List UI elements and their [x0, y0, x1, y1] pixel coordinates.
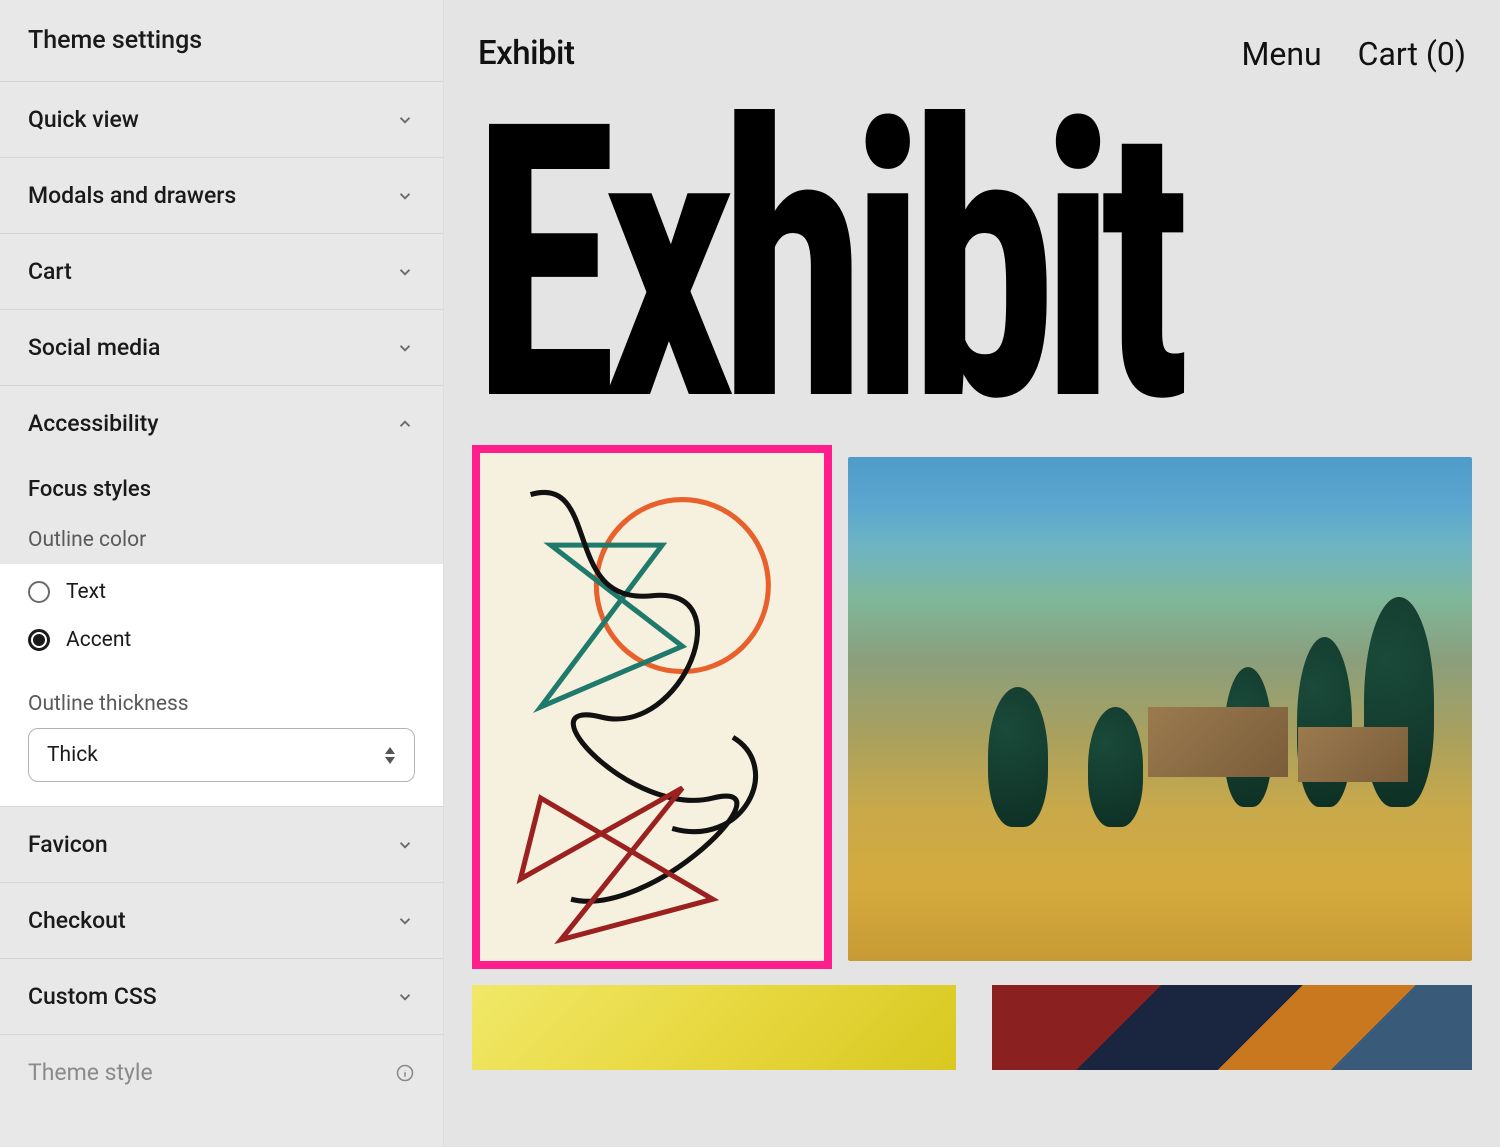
- info-icon: [395, 1063, 415, 1083]
- outline-color-label: Outline color: [0, 510, 443, 564]
- section-label: Favicon: [28, 831, 108, 858]
- section-label: Modals and drawers: [28, 182, 236, 209]
- product-card-focused[interactable]: [472, 445, 832, 969]
- product-thumb[interactable]: [992, 985, 1472, 1070]
- section-quick-view[interactable]: Quick view: [0, 82, 443, 158]
- product-thumb[interactable]: [472, 985, 956, 1070]
- section-favicon[interactable]: Favicon: [0, 807, 443, 883]
- hero-title: Exhibit: [472, 97, 1252, 431]
- select-stepper-icon: [384, 747, 396, 764]
- chevron-down-icon: [395, 987, 415, 1007]
- sidebar-title: Theme settings: [0, 0, 443, 82]
- section-social-media[interactable]: Social media: [0, 310, 443, 386]
- chevron-down-icon: [395, 110, 415, 130]
- chevron-down-icon: [395, 338, 415, 358]
- outline-color-group: Text Accent Outline thickness Thick: [0, 564, 443, 806]
- select-value: Thick: [47, 743, 98, 767]
- radio-outline-accent[interactable]: Accent: [0, 616, 443, 664]
- radio-label: Text: [66, 580, 106, 604]
- nav-menu[interactable]: Menu: [1241, 35, 1321, 73]
- chevron-down-icon: [395, 911, 415, 931]
- gallery-row-2: [472, 985, 1472, 1070]
- settings-sidebar: Theme settings Quick view Modals and dra…: [0, 0, 444, 1147]
- nav-cart[interactable]: Cart (0): [1358, 35, 1466, 73]
- chevron-down-icon: [395, 262, 415, 282]
- abstract-art-icon: [480, 453, 824, 961]
- section-label: Cart: [28, 258, 72, 285]
- section-checkout[interactable]: Checkout: [0, 883, 443, 959]
- outline-thickness-select[interactable]: Thick: [28, 728, 415, 782]
- chevron-down-icon: [395, 835, 415, 855]
- section-label: Quick view: [28, 106, 139, 133]
- outline-thickness-label: Outline thickness: [0, 664, 443, 728]
- section-cart[interactable]: Cart: [0, 234, 443, 310]
- section-theme-style[interactable]: Theme style: [0, 1035, 443, 1110]
- section-label: Social media: [28, 334, 160, 361]
- focus-styles-heading: Focus styles: [0, 461, 443, 510]
- product-gallery: [472, 445, 1472, 969]
- theme-preview: Exhibit Menu Cart (0) Exhibit: [444, 0, 1500, 1147]
- section-label: Custom CSS: [28, 983, 157, 1010]
- chevron-up-icon: [395, 414, 415, 434]
- product-card-painting[interactable]: [848, 457, 1472, 961]
- radio-icon: [28, 629, 50, 651]
- section-label: Accessibility: [28, 410, 159, 437]
- preview-nav: Menu Cart (0): [1241, 35, 1466, 73]
- radio-label: Accent: [66, 628, 131, 652]
- accessibility-panel: Focus styles Outline color Text Accent O…: [0, 461, 443, 807]
- section-custom-css[interactable]: Custom CSS: [0, 959, 443, 1035]
- radio-outline-text[interactable]: Text: [0, 568, 443, 616]
- section-accessibility[interactable]: Accessibility: [0, 386, 443, 461]
- chevron-down-icon: [395, 186, 415, 206]
- section-label: Checkout: [28, 907, 126, 934]
- section-label: Theme style: [28, 1059, 153, 1086]
- section-modals-drawers[interactable]: Modals and drawers: [0, 158, 443, 234]
- radio-icon: [28, 581, 50, 603]
